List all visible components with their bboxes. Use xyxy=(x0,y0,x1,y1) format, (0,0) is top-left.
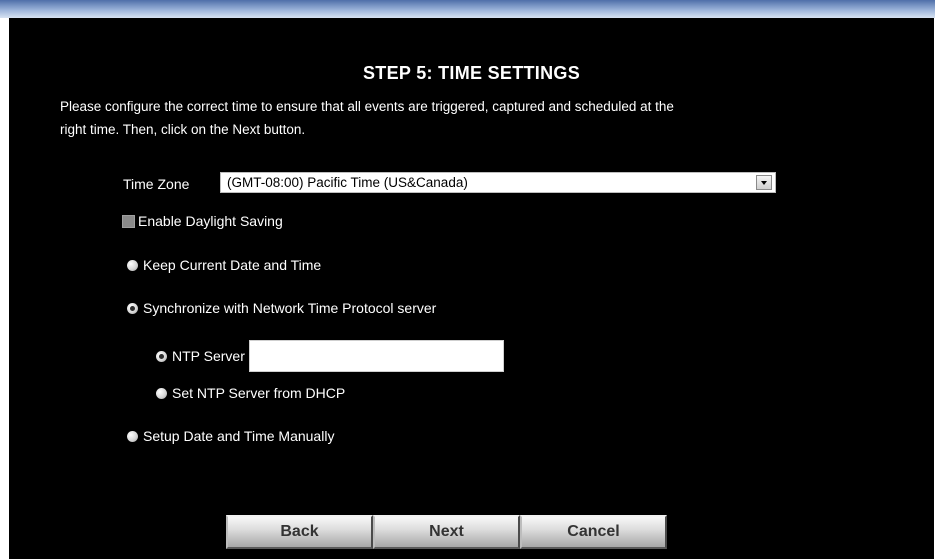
keep-current-radio[interactable] xyxy=(127,259,138,271)
wizard-button-bar: Back Next Cancel xyxy=(226,515,667,549)
wizard-window: STEP 5: TIME SETTINGS Please configure t… xyxy=(0,0,935,559)
instructions-line-2: right time. Then, click on the Next butt… xyxy=(60,122,306,137)
cancel-button[interactable]: Cancel xyxy=(520,515,667,549)
back-button[interactable]: Back xyxy=(226,515,373,549)
instructions-line-1: Please configure the correct time to ens… xyxy=(60,99,674,114)
dropdown-arrow-icon[interactable] xyxy=(756,175,772,190)
keep-current-label: Keep Current Date and Time xyxy=(143,257,322,273)
keep-current-option[interactable]: Keep Current Date and Time xyxy=(127,255,321,275)
sync-ntp-label: Synchronize with Network Time Protocol s… xyxy=(143,300,437,316)
manual-time-label: Setup Date and Time Manually xyxy=(143,428,335,444)
title-bar xyxy=(0,0,935,18)
manual-time-radio[interactable] xyxy=(127,430,138,442)
ntp-from-dhcp-label: Set NTP Server from DHCP xyxy=(172,385,346,401)
time-zone-value: (GMT-08:00) Pacific Time (US&Canada) xyxy=(227,175,468,190)
ntp-server-option[interactable]: NTP Server xyxy=(156,340,504,372)
ntp-server-radio[interactable] xyxy=(156,350,167,362)
page-title: STEP 5: TIME SETTINGS xyxy=(363,63,580,83)
time-zone-select[interactable]: (GMT-08:00) Pacific Time (US&Canada) xyxy=(220,172,776,193)
manual-time-option[interactable]: Setup Date and Time Manually xyxy=(127,426,334,446)
sync-ntp-option[interactable]: Synchronize with Network Time Protocol s… xyxy=(127,298,436,318)
time-zone-label: Time Zone xyxy=(123,176,190,192)
ntp-server-label: NTP Server xyxy=(172,348,245,364)
wizard-panel: STEP 5: TIME SETTINGS Please configure t… xyxy=(9,18,934,559)
ntp-server-input[interactable] xyxy=(248,340,504,372)
next-button[interactable]: Next xyxy=(373,515,520,549)
ntp-from-dhcp-option[interactable]: Set NTP Server from DHCP xyxy=(156,383,345,403)
ntp-from-dhcp-radio[interactable] xyxy=(156,387,167,399)
sync-ntp-radio[interactable] xyxy=(127,302,138,314)
daylight-saving-row[interactable]: Enable Daylight Saving xyxy=(122,211,283,231)
daylight-saving-checkbox[interactable] xyxy=(122,214,135,228)
instructions-text: Please configure the correct time to ens… xyxy=(60,95,880,141)
daylight-saving-label: Enable Daylight Saving xyxy=(138,213,283,229)
